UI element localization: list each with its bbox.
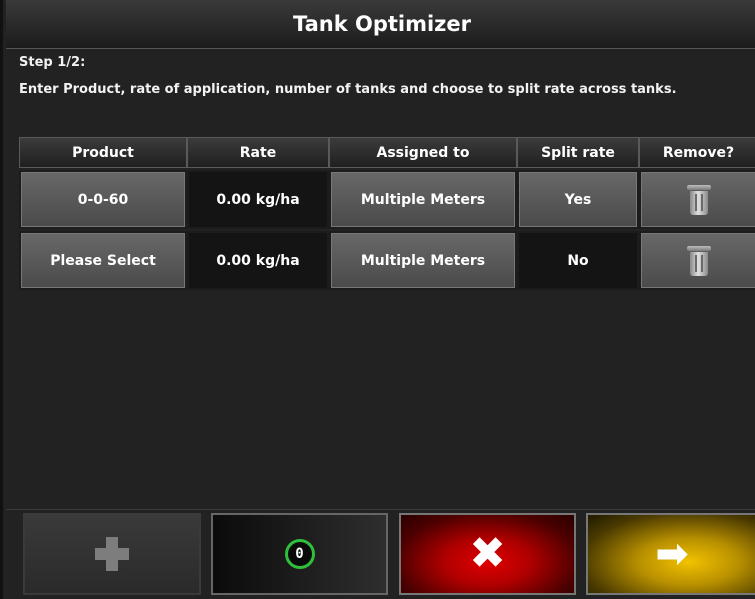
header-split-rate: Split rate — [517, 137, 639, 168]
cancel-button[interactable]: ✖ — [399, 513, 576, 595]
assigned-to-button[interactable]: Multiple Meters — [329, 231, 517, 290]
header-product: Product — [19, 137, 187, 168]
split-rate-toggle[interactable]: Yes — [517, 170, 639, 229]
remove-row-button[interactable] — [639, 170, 755, 229]
header-rate: Rate — [187, 137, 329, 168]
product-table: Product Rate Assigned to Split rate Remo… — [19, 137, 755, 290]
instructions-text: Enter Product, rate of application, numb… — [19, 82, 677, 97]
next-button[interactable]: ➡ — [586, 513, 755, 595]
arrow-right-icon: ➡ — [655, 531, 689, 577]
plus-icon — [95, 537, 129, 571]
step-indicator: Step 1/2: — [19, 55, 86, 70]
header-remove: Remove? — [639, 137, 755, 168]
x-icon: ✖ — [469, 528, 506, 579]
header-assigned-to: Assigned to — [329, 137, 517, 168]
split-rate-toggle[interactable]: No — [517, 231, 639, 290]
footer-divider — [6, 509, 755, 510]
product-select-button[interactable]: 0-0-60 — [19, 170, 187, 229]
remove-row-button[interactable] — [639, 231, 755, 290]
reset-counter-icon: 0 — [284, 539, 315, 569]
reset-button[interactable]: 0 — [211, 513, 388, 595]
trash-icon — [686, 184, 711, 215]
table-header: Product Rate Assigned to Split rate Remo… — [19, 137, 755, 168]
add-product-button[interactable] — [23, 513, 201, 595]
trash-icon — [686, 245, 711, 276]
assigned-to-button[interactable]: Multiple Meters — [329, 170, 517, 229]
window-title: Tank Optimizer — [6, 0, 755, 49]
rate-field[interactable]: 0.00 kg/ha — [187, 231, 329, 290]
tank-optimizer-window: Tank Optimizer Step 1/2: Enter Product, … — [0, 0, 755, 599]
product-select-button[interactable]: Please Select — [19, 231, 187, 290]
table-row: Please Select 0.00 kg/ha Multiple Meters… — [19, 231, 755, 290]
table-row: 0-0-60 0.00 kg/ha Multiple Meters Yes — [19, 170, 755, 229]
rate-field[interactable]: 0.00 kg/ha — [187, 170, 329, 229]
